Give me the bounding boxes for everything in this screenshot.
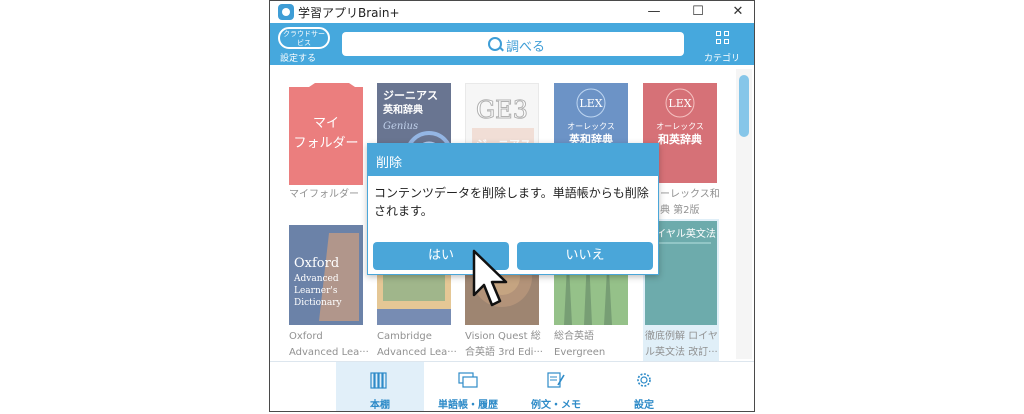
dialog-header: 削除 xyxy=(368,144,658,176)
app-window: 学習アプリBrain+ — ☐ ✕ クラウドサービス 設定する 調べる カテゴリ… xyxy=(269,0,755,412)
top-toolbar: クラウドサービス 設定する 調べる カテゴリ xyxy=(270,23,754,65)
gear-icon xyxy=(637,373,651,387)
cloud-setting-label[interactable]: 設定する xyxy=(280,51,316,64)
wordbook-icon xyxy=(458,372,478,388)
category-grid-icon[interactable] xyxy=(716,31,730,45)
no-button[interactable]: いいえ xyxy=(517,242,653,270)
maximize-button[interactable]: ☐ xyxy=(680,1,716,23)
nav-bookshelf[interactable]: 本棚 xyxy=(336,362,424,411)
memo-icon xyxy=(547,372,565,388)
close-button[interactable]: ✕ xyxy=(720,1,754,23)
title-bar: 学習アプリBrain+ — ☐ ✕ xyxy=(270,1,754,23)
dialog-title: 削除 xyxy=(376,156,403,171)
cloud-service-badge[interactable]: クラウドサービス xyxy=(278,27,330,49)
nav-wordbook[interactable]: 単語帳・履歴 xyxy=(424,362,512,411)
dialog-message: コンテンツデータを削除します。単語帳からも削除されます。 xyxy=(374,186,649,218)
nav-label: 単語帳・履歴 xyxy=(438,400,498,411)
nav-label: 設定 xyxy=(634,400,654,411)
nav-settings[interactable]: 設定 xyxy=(600,362,688,411)
search-icon xyxy=(488,37,502,51)
bookshelf-icon xyxy=(370,372,387,389)
category-label[interactable]: カテゴリ xyxy=(704,51,740,64)
app-icon xyxy=(278,4,294,20)
delete-dialog: 削除 コンテンツデータを削除します。単語帳からも削除されます。 はい いいえ xyxy=(367,143,659,275)
search-label: 調べる xyxy=(506,40,546,55)
mouse-pointer-icon xyxy=(472,249,508,307)
nav-memo[interactable]: 例文・メモ xyxy=(512,362,600,411)
window-title: 学習アプリBrain+ xyxy=(298,6,400,20)
minimize-button[interactable]: — xyxy=(636,1,672,23)
search-box[interactable]: 調べる xyxy=(342,32,684,56)
nav-label: 本棚 xyxy=(370,400,390,411)
nav-label: 例文・メモ xyxy=(531,400,581,411)
bottom-navigation: 本棚 単語帳・履歴 例文・メモ 設定 xyxy=(270,361,754,411)
